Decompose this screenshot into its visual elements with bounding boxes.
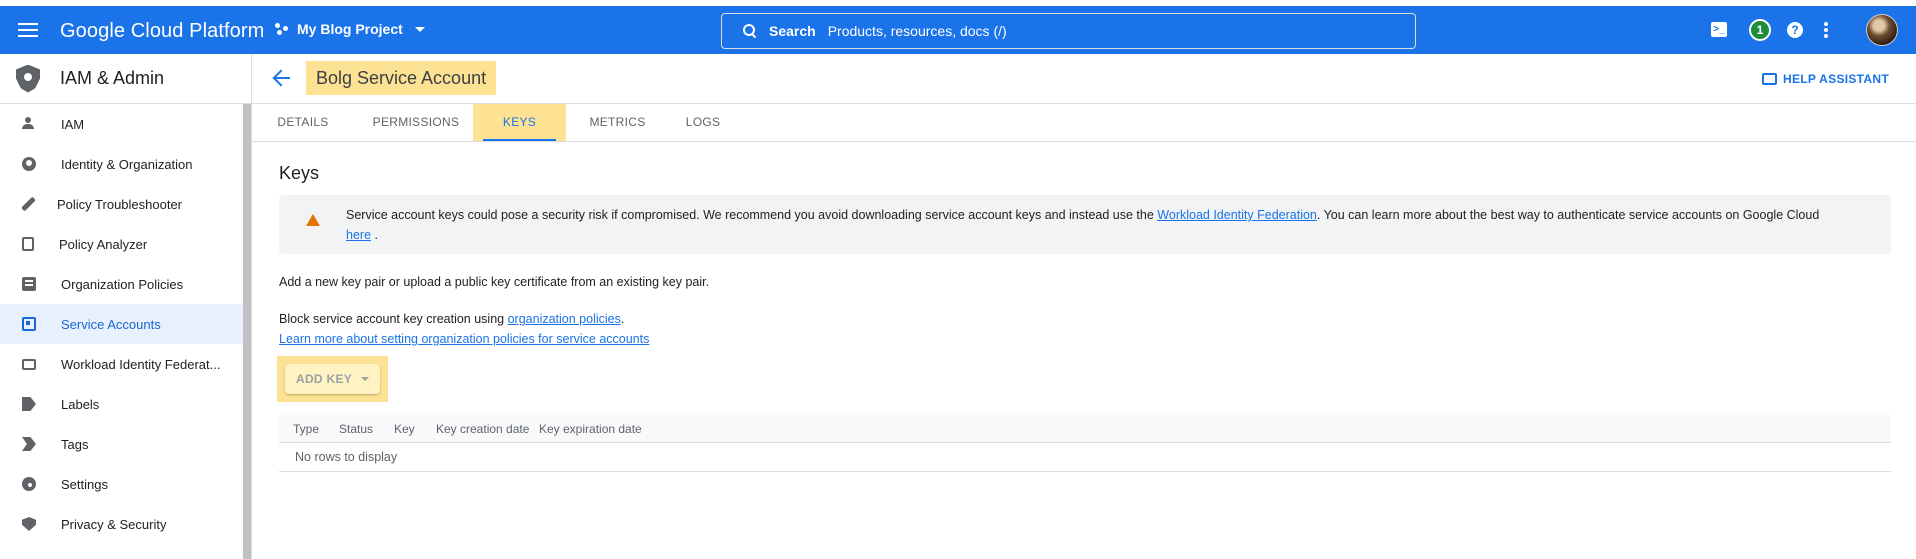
search-icon: [743, 24, 757, 38]
sidebar-item-identity-organization[interactable]: Identity & Organization: [0, 144, 251, 184]
column-header-expiration-date[interactable]: Key expiration date: [539, 422, 642, 436]
keys-table: Type Status Key Key creation date Key ex…: [279, 415, 1891, 472]
sidebar-scrollbar[interactable]: [243, 104, 251, 559]
security-warning-banner: Service account keys could pose a securi…: [279, 195, 1891, 254]
sidebar-item-label: Identity & Organization: [61, 156, 193, 172]
search-label: Search: [769, 23, 816, 39]
table-body: No rows to display: [279, 443, 1891, 472]
label-icon: [22, 397, 36, 411]
avatar[interactable]: [1866, 14, 1898, 46]
column-header-key[interactable]: Key: [394, 422, 415, 436]
brand-title[interactable]: Google Cloud Platform: [60, 20, 264, 43]
sidebar-title: IAM & Admin: [60, 68, 165, 88]
column-header-creation-date[interactable]: Key creation date: [436, 422, 529, 436]
sidebar-item-label: Organization Policies: [61, 276, 184, 292]
sidebar-item-tags[interactable]: Tags: [0, 424, 251, 464]
block-text-end: .: [620, 312, 625, 326]
block-key-creation-info: Block service account key creation using…: [279, 309, 649, 349]
sidebar-item-iam[interactable]: IAM: [0, 104, 251, 144]
help-icon[interactable]: ?: [1787, 22, 1803, 38]
cloud-shell-icon[interactable]: >_: [1711, 22, 1727, 37]
tab-logs[interactable]: LOGS: [668, 104, 738, 141]
warning-text-part: Service account keys could pose a securi…: [346, 208, 1154, 222]
more-vert-icon[interactable]: [1824, 22, 1828, 38]
sidebar-item-policy-analyzer[interactable]: Policy Analyzer: [0, 224, 251, 264]
sidebar-item-label: Workload Identity Federat...: [61, 356, 221, 372]
add-key-label: ADD KEY: [296, 372, 353, 386]
tab-details[interactable]: DETAILS: [264, 104, 342, 141]
dropdown-arrow-icon: [361, 377, 370, 381]
section-heading: Keys: [279, 163, 320, 183]
tag-icon: [22, 437, 36, 451]
help-assistant-label: HELP ASSISTANT: [1783, 72, 1889, 86]
sidebar-item-service-accounts[interactable]: Service Accounts: [0, 304, 251, 344]
project-name: My Blog Project: [297, 21, 403, 37]
shield-icon: [22, 517, 36, 531]
sidebar-item-privacy-security[interactable]: Privacy & Security: [0, 504, 251, 544]
service-account-icon: [22, 317, 36, 331]
person-add-icon: [22, 117, 36, 131]
project-icon: [275, 22, 289, 36]
learn-more-here-link[interactable]: here: [346, 228, 371, 242]
sidebar-item-label: Policy Troubleshooter: [57, 196, 183, 212]
top-app-bar: Google Cloud Platform My Blog Project Se…: [0, 6, 1916, 54]
list-icon: [22, 277, 36, 291]
column-header-type[interactable]: Type: [293, 422, 319, 436]
iam-shield-icon: [16, 64, 40, 93]
sidebar-header: IAM & Admin: [0, 54, 251, 104]
sidebar-item-label: IAM: [61, 116, 85, 132]
search-bar[interactable]: Search Products, resources, docs (/): [721, 13, 1416, 49]
gear-icon: [22, 477, 36, 491]
warning-text-part: . You can learn more about the best way …: [1316, 208, 1820, 222]
warning-text: Service account keys could pose a securi…: [346, 205, 1876, 245]
page-title: Bolg Service Account: [306, 61, 497, 95]
document-search-icon: [22, 237, 34, 251]
sidebar-item-label: Service Accounts: [61, 316, 161, 332]
chevron-down-icon: [414, 26, 425, 32]
sidebar-item-settings[interactable]: Settings: [0, 464, 251, 504]
sidebar-item-labels[interactable]: Labels: [0, 384, 251, 424]
column-header-status[interactable]: Status: [339, 422, 373, 436]
block-text: Block service account key creation using: [279, 312, 505, 326]
add-key-info: Add a new key pair or upload a public ke…: [279, 275, 710, 289]
sidebar: IAM & Admin IAM Identity & Organization …: [0, 54, 252, 559]
id-card-icon: [22, 358, 36, 370]
add-key-highlight: ADD KEY: [277, 356, 388, 402]
add-key-button[interactable]: ADD KEY: [285, 364, 380, 394]
sidebar-item-workload-identity-federation[interactable]: Workload Identity Federat...: [0, 344, 251, 384]
warning-text-part: .: [374, 228, 378, 242]
sidebar-item-organization-policies[interactable]: Organization Policies: [0, 264, 251, 304]
workload-identity-federation-link[interactable]: Workload Identity Federation: [1157, 208, 1317, 222]
warning-icon: [306, 214, 320, 226]
main-content: Bolg Service Account HELP ASSISTANT DETA…: [252, 54, 1916, 559]
project-picker[interactable]: My Blog Project: [275, 21, 425, 37]
main-menu-button[interactable]: [16, 18, 40, 42]
help-assistant-button[interactable]: HELP ASSISTANT: [1762, 72, 1889, 86]
sidebar-item-label: Labels: [61, 396, 100, 412]
back-arrow-icon[interactable]: [272, 68, 292, 88]
sidebar-nav: IAM Identity & Organization Policy Troub…: [0, 104, 251, 544]
search-hint: Products, resources, docs (/): [827, 23, 1007, 39]
tab-keys[interactable]: KEYS: [473, 104, 566, 141]
sidebar-item-label: Policy Analyzer: [59, 236, 148, 252]
sidebar-item-label: Tags: [61, 436, 89, 452]
sidebar-item-label: Privacy & Security: [61, 516, 167, 532]
page-header: Bolg Service Account HELP ASSISTANT: [252, 54, 1916, 104]
tab-bar: DETAILS PERMISSIONS KEYS METRICS LOGS: [252, 104, 1916, 142]
organization-policies-link[interactable]: organization policies: [508, 312, 621, 326]
learn-more-org-policies-link[interactable]: Learn more about setting organization po…: [279, 332, 649, 346]
table-header: Type Status Key Key creation date Key ex…: [279, 415, 1891, 443]
tab-metrics[interactable]: METRICS: [575, 104, 660, 141]
empty-state-text: No rows to display: [295, 450, 398, 464]
notifications-badge[interactable]: 1: [1749, 19, 1771, 41]
account-circle-icon: [22, 157, 36, 171]
wrench-icon: [21, 196, 36, 212]
chat-bubble-icon: [1762, 73, 1777, 85]
tab-permissions[interactable]: PERMISSIONS: [362, 104, 470, 141]
sidebar-item-label: Settings: [61, 476, 108, 492]
sidebar-item-policy-troubleshooter[interactable]: Policy Troubleshooter: [0, 184, 251, 224]
